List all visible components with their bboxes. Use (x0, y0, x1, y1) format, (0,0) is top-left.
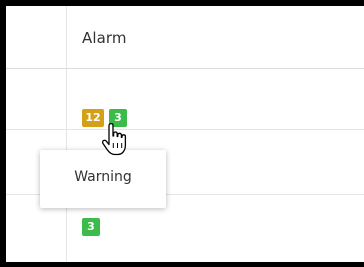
hand-pointer-icon (101, 123, 127, 156)
screenshot-frame: Alarm 12 3 3 Warning (0, 0, 364, 267)
alarm-column-header[interactable]: Alarm (82, 29, 127, 47)
alarm-table: Alarm 12 3 3 (6, 6, 364, 262)
tooltip: Warning (40, 150, 166, 208)
ok-count-badge[interactable]: 3 (82, 218, 100, 236)
table-header-row: Alarm (6, 6, 364, 69)
table-row: 12 3 (6, 69, 364, 130)
tooltip-text: Warning (74, 169, 132, 185)
